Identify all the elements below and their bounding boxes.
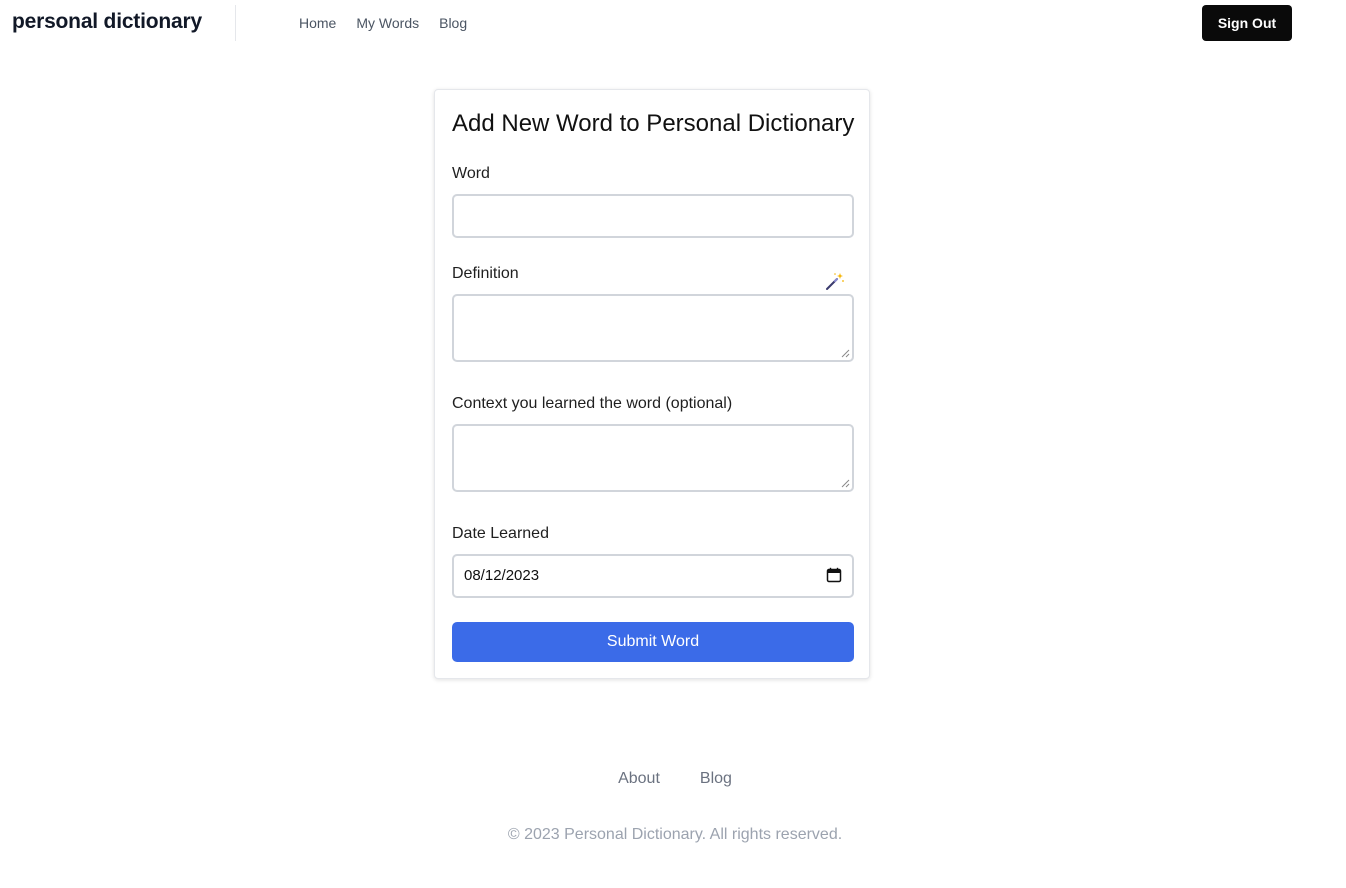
form-title: Add New Word to Personal Dictionary: [452, 110, 855, 137]
word-input[interactable]: [452, 194, 854, 238]
context-label: Context you learned the word (optional): [452, 395, 733, 412]
context-textarea[interactable]: [452, 424, 854, 492]
footer-link-blog[interactable]: Blog: [700, 770, 732, 788]
footer-link-about[interactable]: About: [618, 770, 660, 788]
date-learned-label: Date Learned: [452, 525, 549, 542]
footer-links: About Blog: [0, 770, 1346, 788]
sign-out-button[interactable]: Sign Out: [1202, 5, 1292, 41]
brand-divider: [235, 5, 236, 41]
date-learned-input[interactable]: 08/12/2023: [452, 554, 854, 598]
add-word-form-card: Add New Word to Personal Dictionary Word…: [434, 89, 870, 679]
nav-link-home[interactable]: Home: [299, 15, 336, 31]
calendar-icon[interactable]: [826, 567, 842, 583]
brand-logo[interactable]: personal dictionary: [12, 10, 202, 34]
main-nav: Home My Words Blog: [299, 15, 467, 31]
nav-link-my-words[interactable]: My Words: [356, 15, 419, 31]
date-value: 08/12/2023: [464, 567, 540, 584]
copyright-text: © 2023 Personal Dictionary. All rights r…: [507, 826, 843, 843]
magic-wand-icon[interactable]: [825, 271, 845, 291]
nav-link-blog[interactable]: Blog: [439, 15, 467, 31]
context-text-area-input[interactable]: [454, 426, 852, 490]
definition-text-area-input[interactable]: [454, 296, 852, 360]
definition-label: Definition: [452, 265, 519, 282]
definition-textarea[interactable]: [452, 294, 854, 362]
word-label: Word: [452, 165, 490, 182]
submit-word-button[interactable]: Submit Word: [452, 622, 854, 662]
top-navigation-bar: personal dictionary Home My Words Blog S…: [0, 0, 1346, 46]
